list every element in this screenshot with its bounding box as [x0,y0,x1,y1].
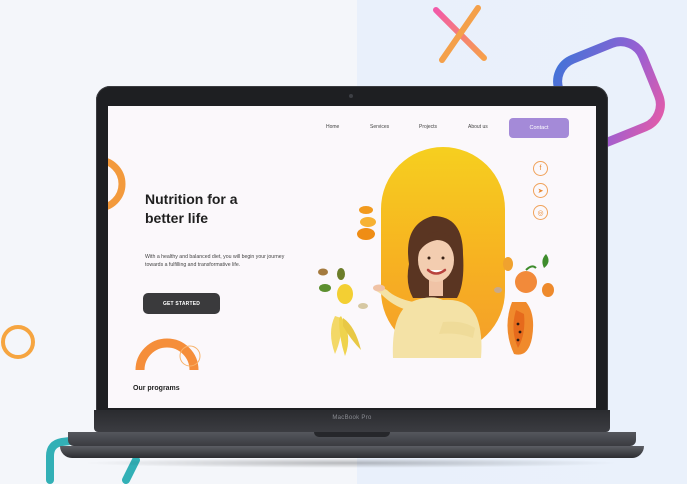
device-brand-label: MacBook Pro [332,415,372,421]
camera-icon [349,94,353,98]
laptop-base: MacBook Pro [60,410,644,462]
hero-description: With a healthy and balanced diet, you wi… [145,254,285,268]
x-shape-decoration [433,5,487,63]
laptop-shadow [80,458,620,468]
smiling-woman-image [373,216,482,358]
our-programs-heading: Our programs [133,385,180,392]
laptop-bezel-bottom: MacBook Pro [94,410,610,432]
instagram-icon[interactable]: ◎ [533,205,548,220]
fruits-right-image [494,254,554,355]
nav-link-about[interactable]: About us [468,124,488,130]
telegram-icon[interactable]: ➤ [533,183,548,198]
ring-decoration [1,325,35,359]
orange-ring-decoration [108,158,126,210]
nav-link-home[interactable]: Home [326,124,339,130]
orange-arc-decoration [135,338,201,370]
hero-title: Nutrition for a better life [145,191,238,226]
facebook-icon[interactable]: f [533,161,548,176]
contact-button[interactable]: Contact [509,118,569,138]
fruits-left-image [318,268,368,356]
laptop-hinge [314,432,390,437]
laptop-display: Home Services Projects About us Contact … [96,86,608,422]
get-started-button[interactable]: GET STARTED [143,293,220,314]
top-navigation: Home Services Projects About us Contact [108,106,596,150]
nav-link-services[interactable]: Services [370,124,389,130]
website-screen: Home Services Projects About us Contact … [108,106,596,408]
laptop-chassis [60,446,644,458]
nav-link-projects[interactable]: Projects [419,124,437,130]
